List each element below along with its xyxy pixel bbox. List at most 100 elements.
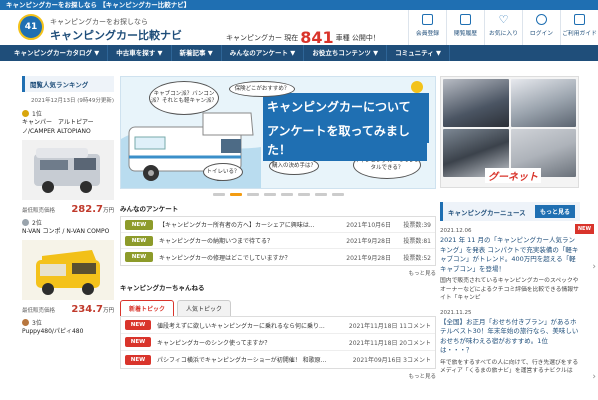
site-tagline: キャンピングカーをお探しなら bbox=[50, 18, 148, 26]
news-more-button[interactable]: もっと見る bbox=[534, 205, 575, 218]
survey-question[interactable]: 【キャンピングカー所有者の方へ】カーシェアに興味は... bbox=[159, 220, 341, 229]
medal-icon bbox=[22, 319, 29, 326]
history-button[interactable]: 閲覧履歴 bbox=[446, 10, 484, 45]
carousel-dot[interactable] bbox=[280, 193, 293, 196]
topic-title[interactable]: キャンピングカーのシンク使ってますか？ bbox=[157, 338, 336, 347]
site-name[interactable]: キャンピングカー比較ナビ bbox=[50, 27, 182, 43]
nav-useful-content[interactable]: お役立ちコンテンツ ▼ bbox=[304, 45, 388, 61]
main-nav: キャンピングカーカタログ ▼ 中古車を探す ▼ 新着記事 ▼ みんなのアンケート… bbox=[0, 45, 598, 61]
topic-list: NEW 値段考えずに欲しいキャンピングカーに乗れるなら何に乗り... 2021年11… bbox=[120, 316, 436, 369]
news-header: キャンピングカーニュース もっと見る bbox=[440, 202, 580, 221]
new-badge: NEW bbox=[125, 320, 151, 330]
chevron-right-icon[interactable]: › bbox=[592, 372, 596, 382]
favorites-label: お気に入り bbox=[489, 31, 518, 37]
survey-date: 2021年10月6日 bbox=[346, 222, 391, 229]
topic-row[interactable]: NEW パシフィコ横浜でキャンピングカーショーが初開催！ 和歌原... 2021年0… bbox=[121, 351, 435, 368]
count-suffix: 車種 公開中！ bbox=[335, 34, 380, 42]
goo-net-logo: グーネット bbox=[485, 168, 541, 183]
price-unit: 万円 bbox=[102, 308, 114, 314]
login-button[interactable]: ログイン bbox=[522, 10, 560, 45]
ranking-item[interactable]: 3位 Puppy480/パピィ480 bbox=[22, 318, 114, 336]
banner-bubble-2: 保険どこがおすすめ？ bbox=[229, 81, 295, 97]
rank-number: 3位 bbox=[32, 320, 42, 327]
carousel-dot[interactable] bbox=[246, 193, 259, 196]
rank-vehicle-name[interactable]: キャンパー アルトピアーノ/CAMPER ALTOPIANO bbox=[22, 118, 114, 136]
login-icon bbox=[536, 14, 547, 25]
nav-used-cars[interactable]: 中古車を探す ▼ bbox=[108, 45, 172, 61]
rank-badge: 2位 bbox=[22, 218, 114, 227]
nav-new-articles[interactable]: 新着記事 ▼ bbox=[172, 45, 222, 61]
edit-icon bbox=[422, 14, 433, 25]
banner-bubble-3: トイレいる？ bbox=[203, 163, 243, 181]
survey-row[interactable]: NEW 【キャンピングカー所有者の方へ】カーシェアに興味は... 2021年10月6… bbox=[121, 217, 435, 233]
price-number: 282.7 bbox=[71, 204, 103, 215]
survey-question[interactable]: キャンピングカーの修理はどこでしていますか？ bbox=[159, 253, 341, 262]
nav-community[interactable]: コミュニティ ▼ bbox=[387, 45, 450, 61]
new-badge: NEW bbox=[125, 252, 153, 262]
rank-number: 1位 bbox=[32, 111, 42, 118]
ranking-item[interactable]: 2位 N-VAN コンポ / N-VAN COMPO 最低販売価格 234.7万円 bbox=[22, 218, 114, 315]
carousel-dot[interactable] bbox=[297, 193, 310, 196]
survey-date: 2021年9月28日 bbox=[346, 254, 391, 262]
register-button[interactable]: 会員登録 bbox=[408, 10, 446, 45]
tab-new-topics[interactable]: 新着トピック bbox=[120, 300, 175, 316]
survey-section-title: みんなのアンケート bbox=[120, 205, 179, 213]
price-value: 282.7万円 bbox=[71, 204, 114, 215]
banner-title-line2: アンケートを取ってみました！ bbox=[263, 121, 427, 161]
ranking-sidebar: 閲覧人気ランキング 2021年12月13日 (9時49分更新) 1位 キャンパー… bbox=[0, 76, 114, 336]
news-item[interactable]: 2021.11.25 【全国】お正月「おせち付きプラン」があるホテルベスト30！… bbox=[440, 309, 580, 376]
ranking-item[interactable]: 1位 キャンパー アルトピアーノ/CAMPER ALTOPIANO 最低販売価格… bbox=[22, 109, 114, 215]
vehicle-count: キャンピングカー 現在 841 車種 公開中！ bbox=[226, 28, 380, 47]
survey-row[interactable]: NEW キャンピングカーの納期いつまで待てる？ 2021年9月28日 投票数:81 bbox=[121, 233, 435, 249]
carousel-dot[interactable] bbox=[212, 193, 225, 196]
carousel-dot[interactable] bbox=[331, 193, 344, 196]
right-sidebar: グーネット キャンピングカーニュース もっと見る 2021.12.06 2021 … bbox=[440, 76, 580, 376]
survey-more-link[interactable]: もっと見る bbox=[120, 266, 436, 280]
news-date: 2021.12.06 bbox=[440, 228, 472, 234]
topic-row[interactable]: NEW 値段考えずに欲しいキャンピングカーに乗れるなら何に乗り... 2021年11… bbox=[121, 317, 435, 334]
news-item[interactable]: 2021.12.06 2021 年 11 月の「キャンピングカー人気ランキング」… bbox=[440, 227, 580, 303]
logo-text: 41 bbox=[24, 22, 38, 32]
rank-vehicle-name[interactable]: N-VAN コンポ / N-VAN COMPO bbox=[22, 227, 114, 236]
carousel-dot[interactable] bbox=[263, 193, 276, 196]
news-headline[interactable]: 2021 年 11 月の「キャンピングカー人気ランキング」を発表 コンパクトで充… bbox=[440, 236, 580, 274]
price-unit: 万円 bbox=[102, 208, 114, 214]
vehicle-image[interactable] bbox=[22, 140, 114, 200]
site-header: 41 キャンピングカーをお探しなら キャンピングカー比較ナビ キャンピングカー … bbox=[0, 10, 598, 47]
survey-votes: 投票数:52 bbox=[403, 254, 431, 262]
news-headline[interactable]: 【全国】お正月「おせち付きプラン」があるホテルベスト30！年末年始の旅行なら、美… bbox=[440, 318, 580, 356]
topic-row[interactable]: NEW キャンピングカーのシンク使ってますか？ 2021年11月18日 20コメント bbox=[121, 334, 435, 351]
nav-surveys[interactable]: みんなのアンケート ▼ bbox=[222, 45, 305, 61]
banner-bubble-1: キャブコン派？バンコン派？それとも軽キャン派？ bbox=[149, 81, 219, 115]
rank-number: 2位 bbox=[32, 220, 42, 227]
channel-more-link[interactable]: もっと見る bbox=[120, 369, 436, 383]
header-buttons: 会員登録 閲覧履歴 ♡ お気に入り ログイン ご利用ガイド bbox=[408, 10, 598, 45]
guide-button[interactable]: ご利用ガイド bbox=[560, 10, 598, 45]
history-label: 閲覧履歴 bbox=[453, 31, 478, 37]
medal-icon bbox=[22, 110, 29, 117]
goo-net-ad[interactable]: グーネット bbox=[440, 76, 579, 188]
price-label: 最低販売価格 bbox=[22, 208, 56, 214]
price-value: 234.7万円 bbox=[71, 304, 114, 315]
topic-title[interactable]: 値段考えずに欲しいキャンピングカーに乗れるなら何に乗り... bbox=[157, 321, 336, 330]
price-number: 234.7 bbox=[71, 304, 103, 315]
new-badge: NEW bbox=[125, 219, 153, 230]
survey-question[interactable]: キャンピングカーの納期いつまで待てる？ bbox=[159, 236, 341, 245]
chevron-right-icon[interactable]: › bbox=[592, 262, 596, 272]
topic-title[interactable]: パシフィコ横浜でキャンピングカーショーが初開催！ 和歌原... bbox=[157, 355, 336, 364]
rank-badge: 3位 bbox=[22, 318, 114, 327]
carousel-dot-active[interactable] bbox=[229, 193, 242, 196]
carousel-dot[interactable] bbox=[314, 193, 327, 196]
tab-popular-topics[interactable]: 人気トピック bbox=[177, 300, 232, 316]
vehicle-image[interactable] bbox=[22, 240, 114, 300]
heart-icon: ♡ bbox=[498, 13, 509, 26]
count-prefix: キャンピングカー 現在 bbox=[226, 34, 299, 42]
guide-label: ご利用ガイド bbox=[562, 31, 597, 37]
nav-catalog[interactable]: キャンピングカーカタログ ▼ bbox=[6, 45, 109, 61]
ranking-updated: 2021年12月13日 (9時49分更新) bbox=[30, 98, 114, 104]
survey-banner[interactable]: キャブコン派？バンコン派？それとも軽キャン派？ 保険どこがおすすめ？ トイレいる… bbox=[120, 76, 436, 189]
survey-row[interactable]: NEW キャンピングカーの修理はどこでしていますか？ 2021年9月28日 投票数:5… bbox=[121, 249, 435, 265]
site-logo[interactable]: 41 bbox=[18, 14, 44, 40]
rank-vehicle-name[interactable]: Puppy480/パピィ480 bbox=[22, 327, 114, 336]
favorites-button[interactable]: ♡ お気に入り bbox=[484, 10, 522, 45]
